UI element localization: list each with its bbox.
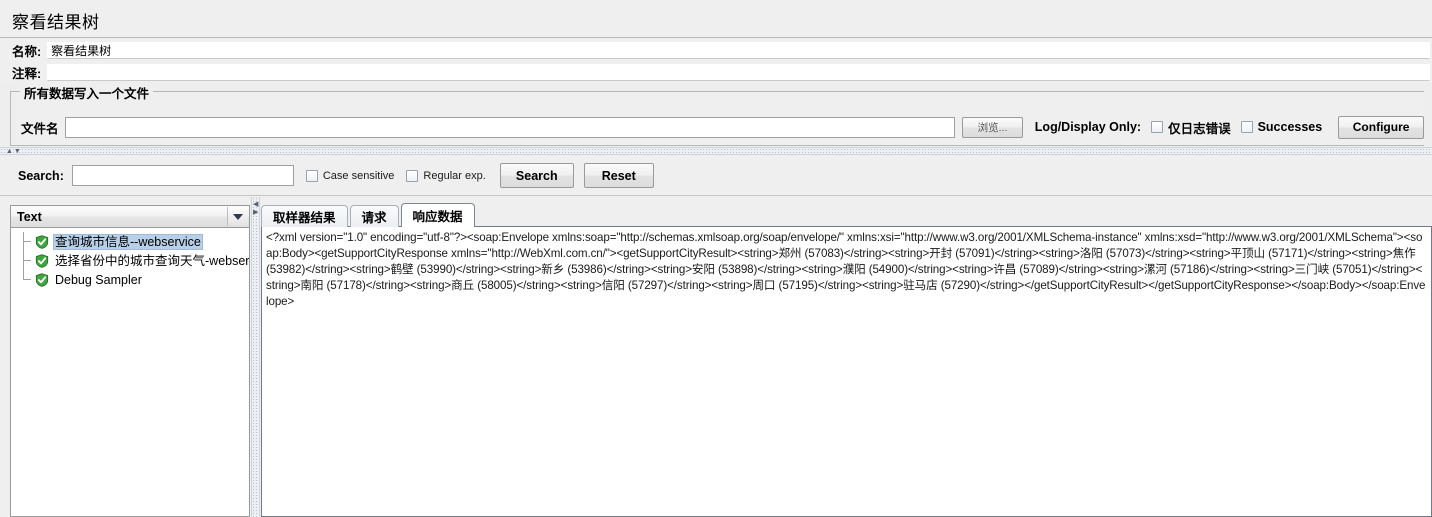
tree-branch-line	[23, 251, 35, 270]
chevron-down-icon[interactable]	[227, 207, 248, 226]
results-split-pane: Text 查询城市信息--webservice 选择省份中的城市查询天气-web…	[0, 197, 1432, 517]
search-toolbar: Search: Case sensitive Regular exp. Sear…	[0, 156, 1432, 196]
renderer-combobox[interactable]: Text	[10, 205, 250, 228]
splitter-arrows-icon[interactable]: ◀ ▶	[253, 201, 258, 217]
splitter-arrows-icon[interactable]: ▲▼	[6, 148, 22, 155]
element-form: 名称: 注释:	[0, 39, 1432, 83]
response-body-text: <?xml version="1.0" encoding="utf-8"?><s…	[266, 231, 1426, 308]
view-results-tree-window: 察看结果树 名称: 注释: 所有数据写入一个文件 文件名 浏览... Log/D…	[0, 0, 1432, 517]
tree-branch-line	[23, 232, 35, 251]
right-pane: 取样器结果 请求 响应数据 <?xml version="1.0" encodi…	[261, 202, 1432, 517]
filename-input[interactable]	[64, 116, 956, 138]
tab-response-data[interactable]: 响应数据	[400, 203, 475, 227]
tree-item-label: Debug Sampler	[55, 272, 142, 287]
case-sensitive-checkbox[interactable]: Case sensitive	[305, 169, 395, 182]
tree-item-2[interactable]: Debug Sampler	[11, 270, 249, 289]
checkbox-box-icon[interactable]	[305, 169, 318, 182]
results-tree[interactable]: 查询城市信息--webservice 选择省份中的城市查询天气-webserv	[10, 228, 250, 517]
response-data-panel[interactable]: <?xml version="1.0" encoding="utf-8"?><s…	[261, 226, 1432, 517]
browse-button[interactable]: 浏览...	[962, 116, 1023, 138]
tab-sampler-result[interactable]: 取样器结果	[261, 205, 348, 227]
tree-branch-line	[23, 270, 35, 289]
window-titlebar: 察看结果树	[0, 0, 1432, 38]
tree-item-1[interactable]: 选择省份中的城市查询天气-webserv	[11, 251, 249, 270]
checkbox-box-icon[interactable]	[1151, 121, 1164, 133]
name-label: 名称:	[12, 44, 42, 59]
search-label: Search:	[18, 168, 64, 183]
errors-checkbox[interactable]: 仅日志错误	[1151, 118, 1231, 137]
checkbox-box-icon[interactable]	[406, 169, 419, 182]
comment-input[interactable]	[47, 63, 1430, 81]
tree-item-0[interactable]: 查询城市信息--webservice	[11, 232, 249, 251]
tree-item-label: 选择省份中的城市查询天气-webserv	[55, 253, 250, 268]
case-sensitive-label: Case sensitive	[322, 169, 395, 182]
left-pane: Text 查询城市信息--webservice 选择省份中的城市查询天气-web…	[10, 205, 250, 517]
vertical-splitter[interactable]: ◀ ▶	[251, 197, 260, 517]
configure-button[interactable]: Configure	[1338, 115, 1424, 139]
name-input[interactable]	[47, 41, 1430, 59]
filename-row: 文件名 浏览... Log/Display Only: 仅日志错误 Succes…	[11, 113, 1424, 141]
log-display-only-label: Log/Display Only:	[1034, 120, 1142, 134]
horizontal-splitter[interactable]: ▲▼	[0, 147, 1432, 155]
errors-checkbox-label: 仅日志错误	[1168, 121, 1231, 136]
checkbox-box-icon[interactable]	[1240, 121, 1253, 133]
search-input[interactable]	[71, 165, 294, 186]
tree-item-label: 查询城市信息--webservice	[53, 233, 203, 250]
write-results-to-file-legend: 所有数据写入一个文件	[20, 83, 154, 102]
filename-label: 文件名	[21, 121, 59, 136]
reset-button[interactable]: Reset	[583, 163, 654, 188]
successes-checkbox-label: Successes	[1257, 120, 1323, 134]
page-title: 察看结果树	[12, 13, 100, 32]
success-shield-icon	[35, 272, 49, 287]
success-shield-icon	[35, 253, 49, 268]
write-results-to-file-group: 所有数据写入一个文件 文件名 浏览... Log/Display Only: 仅…	[10, 83, 1424, 146]
successes-checkbox[interactable]: Successes	[1240, 120, 1323, 134]
search-button[interactable]: Search	[499, 163, 574, 188]
renderer-selected-value: Text	[17, 209, 42, 224]
name-row: 名称:	[0, 39, 1432, 61]
regular-exp-label: Regular exp.	[423, 169, 486, 182]
comment-label: 注释:	[12, 66, 42, 81]
comment-row: 注释:	[0, 61, 1432, 83]
regular-exp-checkbox[interactable]: Regular exp.	[406, 169, 486, 182]
result-tabs: 取样器结果 请求 响应数据	[261, 202, 477, 227]
success-shield-icon	[35, 234, 49, 249]
tab-request[interactable]: 请求	[349, 205, 399, 227]
